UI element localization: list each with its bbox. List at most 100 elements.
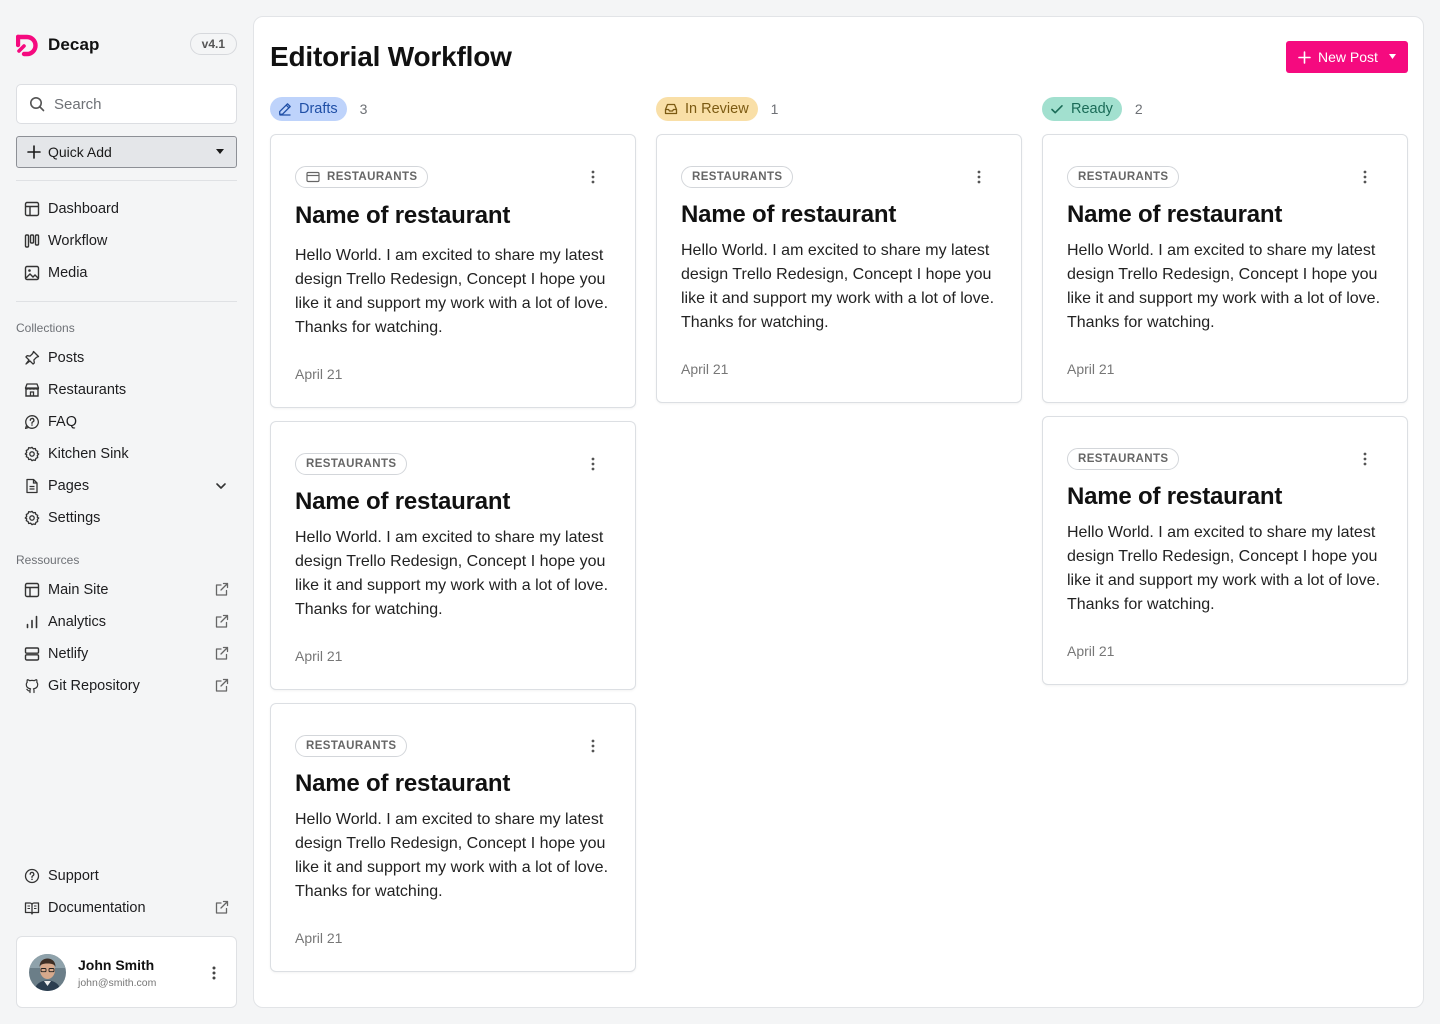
post-card[interactable]: RESTAURANTS Name of restaurant Hello Wor… — [656, 134, 1022, 403]
collections-heading: Collections — [16, 321, 75, 335]
plus-icon — [1298, 50, 1311, 64]
column-count: 2 — [1134, 101, 1143, 117]
new-post-button[interactable]: New Post — [1286, 41, 1408, 73]
nav-item-label: Netlify — [48, 646, 89, 662]
sidebar: Decap v4.1 Quick Add Dashboard Workflow … — [0, 0, 253, 1024]
app-name: Decap — [48, 35, 100, 54]
brand[interactable]: Decap v4.1 — [16, 32, 237, 58]
post-card[interactable]: RESTAURANTS Name of restaurant Hello Wor… — [1042, 416, 1408, 685]
more-vertical-icon[interactable] — [591, 170, 595, 184]
nav-item-workflow[interactable]: Workflow — [24, 229, 237, 253]
nav-item-git-repository[interactable]: Git Repository — [24, 674, 237, 698]
nav-item-dashboard[interactable]: Dashboard — [24, 197, 237, 221]
more-vertical-icon[interactable] — [1363, 170, 1367, 184]
post-card[interactable]: RESTAURANTS Name of restaurant Hello Wor… — [1042, 134, 1408, 403]
nav-item-media[interactable]: Media — [24, 261, 237, 285]
card-body: Hello World. I am excited to share my la… — [295, 247, 609, 336]
nav-item-label: Restaurants — [48, 382, 127, 398]
page-icon — [24, 478, 40, 494]
search-box[interactable] — [16, 84, 237, 124]
nav-item-restaurants[interactable]: Restaurants — [24, 378, 237, 402]
nav-item-label: FAQ — [48, 414, 78, 430]
search-icon — [29, 96, 45, 112]
more-vertical-icon[interactable] — [591, 739, 595, 753]
collection-tag: RESTAURANTS — [295, 735, 408, 757]
post-card[interactable]: RESTAURANTS Name of restaurant Hello Wor… — [270, 421, 636, 690]
caret-down-icon — [216, 149, 224, 155]
card-date: April 21 — [1067, 361, 1115, 377]
status-badge-ready[interactable]: Ready — [1042, 97, 1122, 121]
card-body: Hello World. I am excited to share my la… — [1067, 524, 1381, 613]
more-vertical-icon[interactable] — [212, 965, 216, 981]
nav-item-analytics[interactable]: Analytics — [24, 610, 237, 634]
more-vertical-icon[interactable] — [591, 457, 595, 471]
nav-item-pages[interactable]: Pages — [24, 474, 237, 498]
status-label: Ready — [1071, 101, 1113, 117]
card-body: Hello World. I am excited to share my la… — [295, 529, 609, 618]
nav-item-label: Main Site — [48, 582, 109, 598]
column-count: 1 — [770, 101, 779, 117]
column-header-ready: Ready 2 — [1042, 97, 1143, 121]
new-post-label: New Post — [1318, 49, 1378, 65]
status-badge-drafts[interactable]: Drafts — [270, 97, 347, 121]
nav-item-label: Analytics — [48, 614, 107, 630]
tag-label: RESTAURANTS — [692, 171, 783, 183]
external-link-icon — [214, 900, 229, 915]
nav-item-faq[interactable]: FAQ — [24, 410, 237, 434]
nav-item-documentation[interactable]: Documentation — [24, 896, 237, 920]
inbox-icon — [664, 102, 678, 116]
nav-item-posts[interactable]: Posts — [24, 346, 237, 370]
user-email: john@smith.com — [78, 977, 157, 989]
card-body: Hello World. I am excited to share my la… — [295, 811, 609, 900]
column-header-in-review: In Review 1 — [656, 97, 778, 121]
nav-item-label: Git Repository — [48, 678, 140, 694]
github-icon — [24, 678, 40, 694]
card-date: April 21 — [1067, 643, 1115, 659]
collection-tag: RESTAURANTS — [295, 166, 429, 188]
media-icon — [24, 265, 40, 281]
dashboard-icon — [24, 201, 40, 217]
collection-tag: RESTAURANTS — [1067, 166, 1180, 188]
workflow-icon — [24, 233, 40, 249]
pin-icon — [24, 350, 40, 366]
version-badge: v4.1 — [189, 33, 237, 55]
server-icon — [24, 646, 40, 662]
nav-item-netlify[interactable]: Netlify — [24, 642, 237, 666]
tag-label: RESTAURANTS — [306, 458, 397, 470]
more-vertical-icon[interactable] — [1363, 452, 1367, 466]
faq-icon — [24, 414, 40, 430]
search-input[interactable] — [54, 95, 224, 113]
tag-label: RESTAURANTS — [1078, 453, 1169, 465]
user-card[interactable]: John Smith john@smith.com — [16, 936, 237, 1008]
more-vertical-icon[interactable] — [977, 170, 981, 184]
nav-item-label: Posts — [48, 350, 85, 366]
tag-label: RESTAURANTS — [327, 171, 418, 183]
column-header-drafts: Drafts 3 — [270, 97, 367, 121]
card-title: Name of restaurant — [295, 770, 511, 797]
chevron-down-icon[interactable] — [214, 479, 228, 493]
caret-down-icon — [1389, 54, 1396, 60]
card-date: April 21 — [295, 930, 343, 946]
status-label: Drafts — [299, 101, 338, 117]
nav-item-kitchen-sink[interactable]: Kitchen Sink — [24, 442, 237, 466]
card-body: Hello World. I am excited to share my la… — [681, 242, 995, 331]
external-link-icon — [214, 614, 229, 629]
status-badge-in-review[interactable]: In Review — [656, 97, 758, 121]
card-title: Name of restaurant — [1067, 201, 1283, 228]
avatar — [29, 954, 66, 991]
nav-item-settings[interactable]: Settings — [24, 506, 237, 530]
post-card[interactable]: RESTAURANTS Name of restaurant Hello Wor… — [270, 703, 636, 972]
pencil-icon — [278, 102, 292, 116]
nav-item-main-site[interactable]: Main Site — [24, 578, 237, 602]
external-link-icon — [214, 582, 229, 597]
divider — [16, 301, 237, 302]
quick-add-button[interactable]: Quick Add — [16, 136, 237, 168]
nav-item-label: Support — [48, 868, 99, 884]
status-label: In Review — [685, 101, 749, 117]
card-title: Name of restaurant — [295, 488, 511, 515]
card-icon — [306, 170, 320, 184]
column-count: 3 — [359, 101, 368, 117]
store-icon — [24, 382, 40, 398]
nav-item-support[interactable]: Support — [24, 864, 237, 888]
post-card[interactable]: RESTAURANTS Name of restaurant Hello Wor… — [270, 134, 636, 408]
